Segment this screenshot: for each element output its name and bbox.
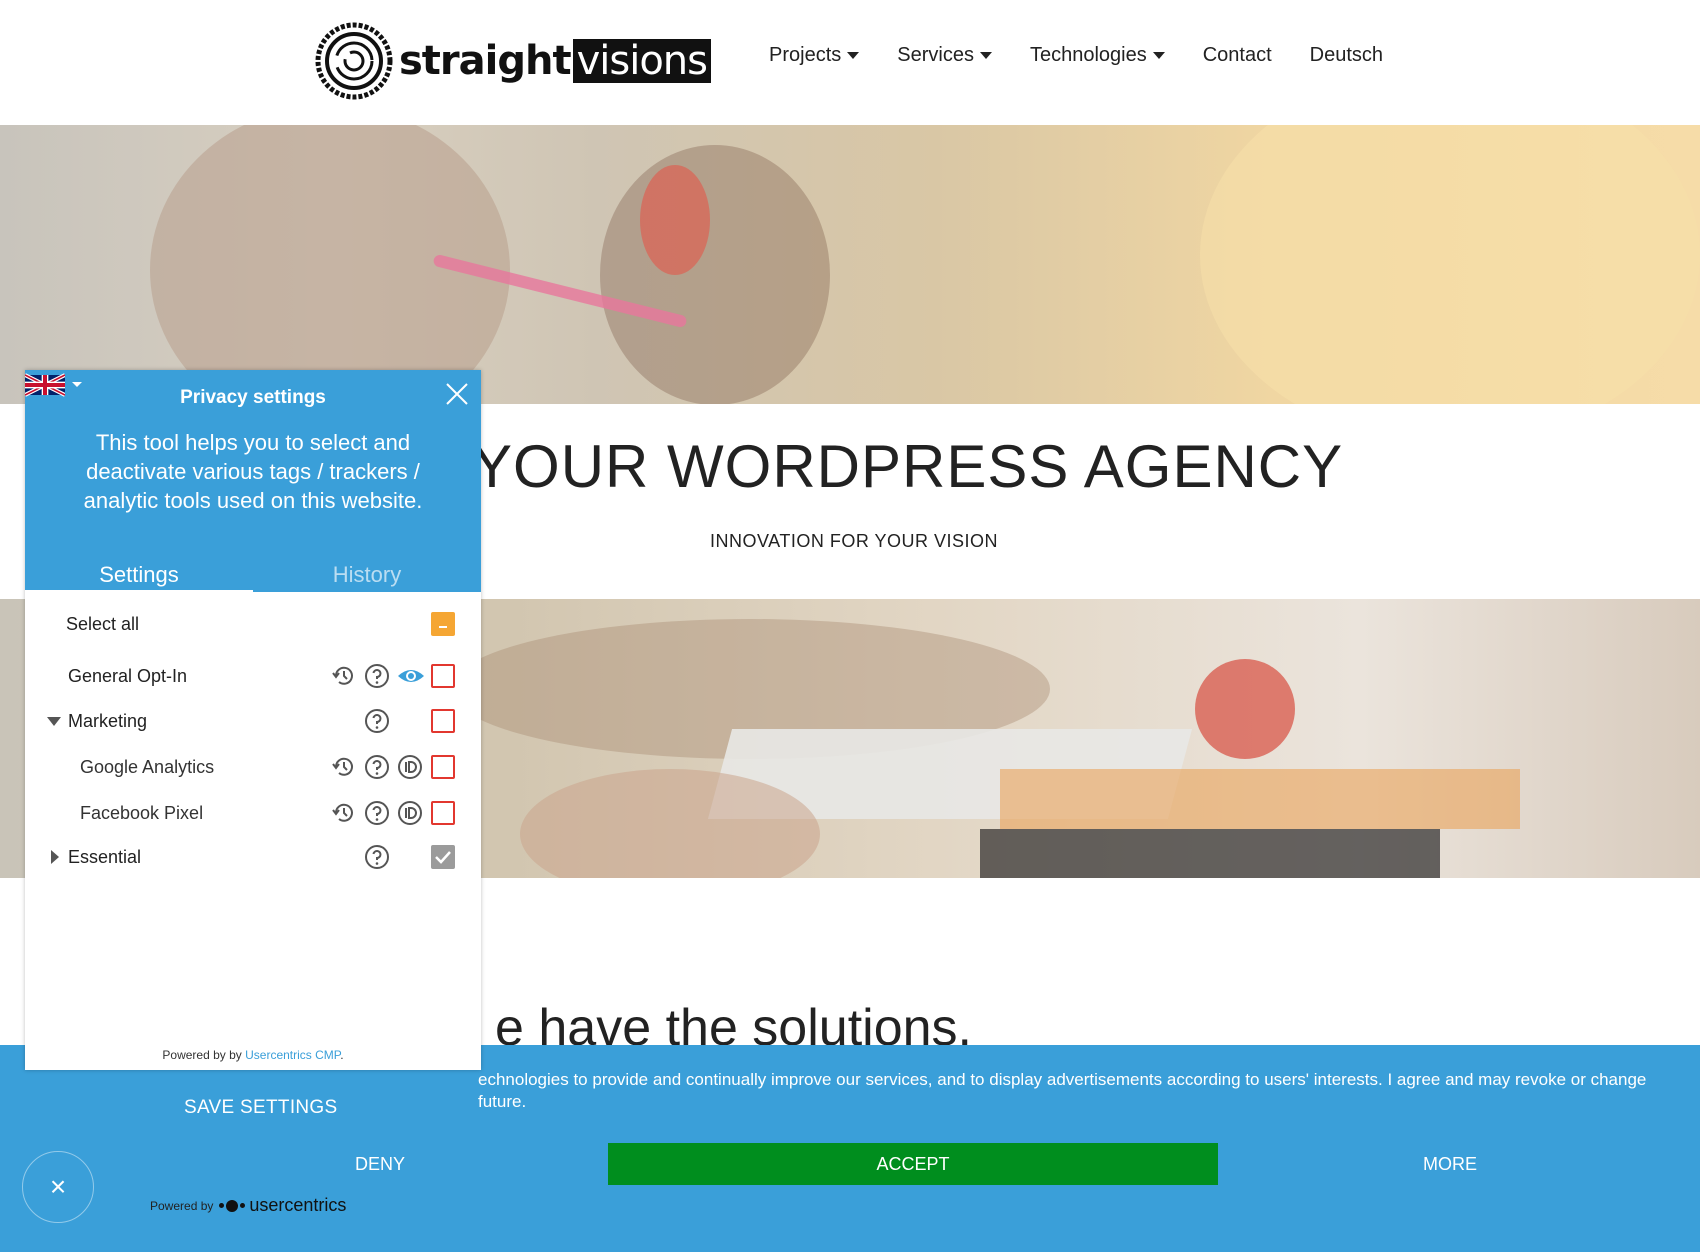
powered-by-label: Powered by [150,1198,214,1213]
marketing-row[interactable]: Marketing [25,703,481,739]
logo-text: straight [399,38,572,84]
id-icon[interactable] [397,754,423,780]
nav-services-label: Services [897,44,974,66]
footer-suffix: . [340,1048,344,1062]
nav-contact-label: Contact [1202,44,1272,66]
help-icon[interactable] [364,800,390,826]
essential-label: Essential [68,846,142,867]
save-settings-button[interactable]: SAVE SETTINGS [184,1097,337,1119]
tab-history[interactable]: History [253,562,481,592]
caret-down-icon [847,52,860,59]
close-icon[interactable] [445,382,469,406]
facebook-pixel-row: Facebook Pixel [25,795,481,831]
tab-settings[interactable]: Settings [25,562,253,593]
consent-bar: echnologies to provide and continually i… [0,1045,1700,1252]
privacy-settings-panel: Privacy settings This tool helps you to … [25,370,481,1070]
essential-row[interactable]: Essential [25,839,481,875]
expand-right-icon[interactable] [51,850,59,864]
general-opt-in-label: General Opt-In [68,665,188,686]
facebook-pixel-label: Facebook Pixel [80,802,204,823]
select-all-checkbox[interactable] [431,612,455,636]
nav-technologies-label: Technologies [1029,44,1147,66]
privacy-panel-footer: Powered by by Usercentrics CMP. [25,1048,481,1062]
select-all-row: Select all [25,606,481,642]
privacy-panel-header: Privacy settings This tool helps you to … [25,370,481,593]
main-nav: Projects Services Technologies Contact D… [769,44,1383,67]
marketing-checkbox[interactable] [431,709,455,733]
footer-powered-by: Powered by by [162,1048,246,1062]
nav-contact[interactable]: Contact [1203,44,1272,67]
eye-icon[interactable] [397,663,425,689]
facebook-pixel-checkbox[interactable] [431,801,455,825]
marketing-label: Marketing [68,710,148,731]
logo-swirl-icon [315,22,393,100]
hero-image-team [0,125,1700,404]
close-icon: × [49,1171,67,1202]
site-header: straight visions Projects Services Techn… [0,0,1700,125]
general-opt-in-checkbox[interactable] [431,664,455,688]
hero-subtitle: INNOVATION FOR YOUR VISION [710,531,999,551]
nav-deutsch-label: Deutsch [1309,44,1384,66]
privacy-panel-title: Privacy settings [180,387,326,408]
google-analytics-label: Google Analytics [80,756,215,777]
powered-by-usercentrics[interactable]: Powered by usercentrics [150,1195,346,1216]
deny-button[interactable]: DENY [280,1143,480,1185]
nav-language-deutsch[interactable]: Deutsch [1310,44,1383,67]
google-analytics-checkbox[interactable] [431,755,455,779]
nav-projects[interactable]: Projects [769,44,860,67]
privacy-tabs: Settings History [25,562,481,593]
usercentrics-cmp-link[interactable]: Usercentrics CMP [245,1048,340,1062]
caret-down-icon [979,52,992,59]
hero-title: YOUR WORDPRESS AGENCY [472,433,1344,500]
history-icon[interactable] [331,663,357,689]
help-icon[interactable] [364,754,390,780]
site-logo[interactable]: straight visions [313,20,711,102]
nav-projects-label: Projects [769,44,842,66]
google-analytics-row: Google Analytics [25,749,481,785]
accept-button[interactable]: ACCEPT [608,1143,1218,1185]
caret-down-icon [1152,52,1165,59]
more-button[interactable]: MORE [1350,1143,1550,1185]
help-icon[interactable] [364,844,390,870]
expand-down-icon[interactable] [47,716,61,726]
history-icon[interactable] [331,800,357,826]
select-all-label: Select all [66,613,140,634]
id-icon[interactable] [397,800,423,826]
check-icon [435,851,451,864]
privacy-panel-description: This tool helps you to select and deacti… [83,430,423,513]
help-icon[interactable] [364,663,390,689]
close-consent-button[interactable]: × [22,1151,94,1223]
consent-text: echnologies to provide and continually i… [478,1070,1647,1111]
history-icon[interactable] [331,754,357,780]
help-icon[interactable] [364,708,390,734]
nav-services[interactable]: Services [897,44,992,67]
nav-technologies[interactable]: Technologies [1030,44,1165,67]
usercentrics-logo-icon [219,1199,246,1212]
essential-checkbox [431,845,455,869]
usercentrics-brand: usercentrics [249,1195,347,1215]
general-opt-in-row: General Opt-In [25,658,481,694]
logo-text-boxed: visions [572,38,711,84]
